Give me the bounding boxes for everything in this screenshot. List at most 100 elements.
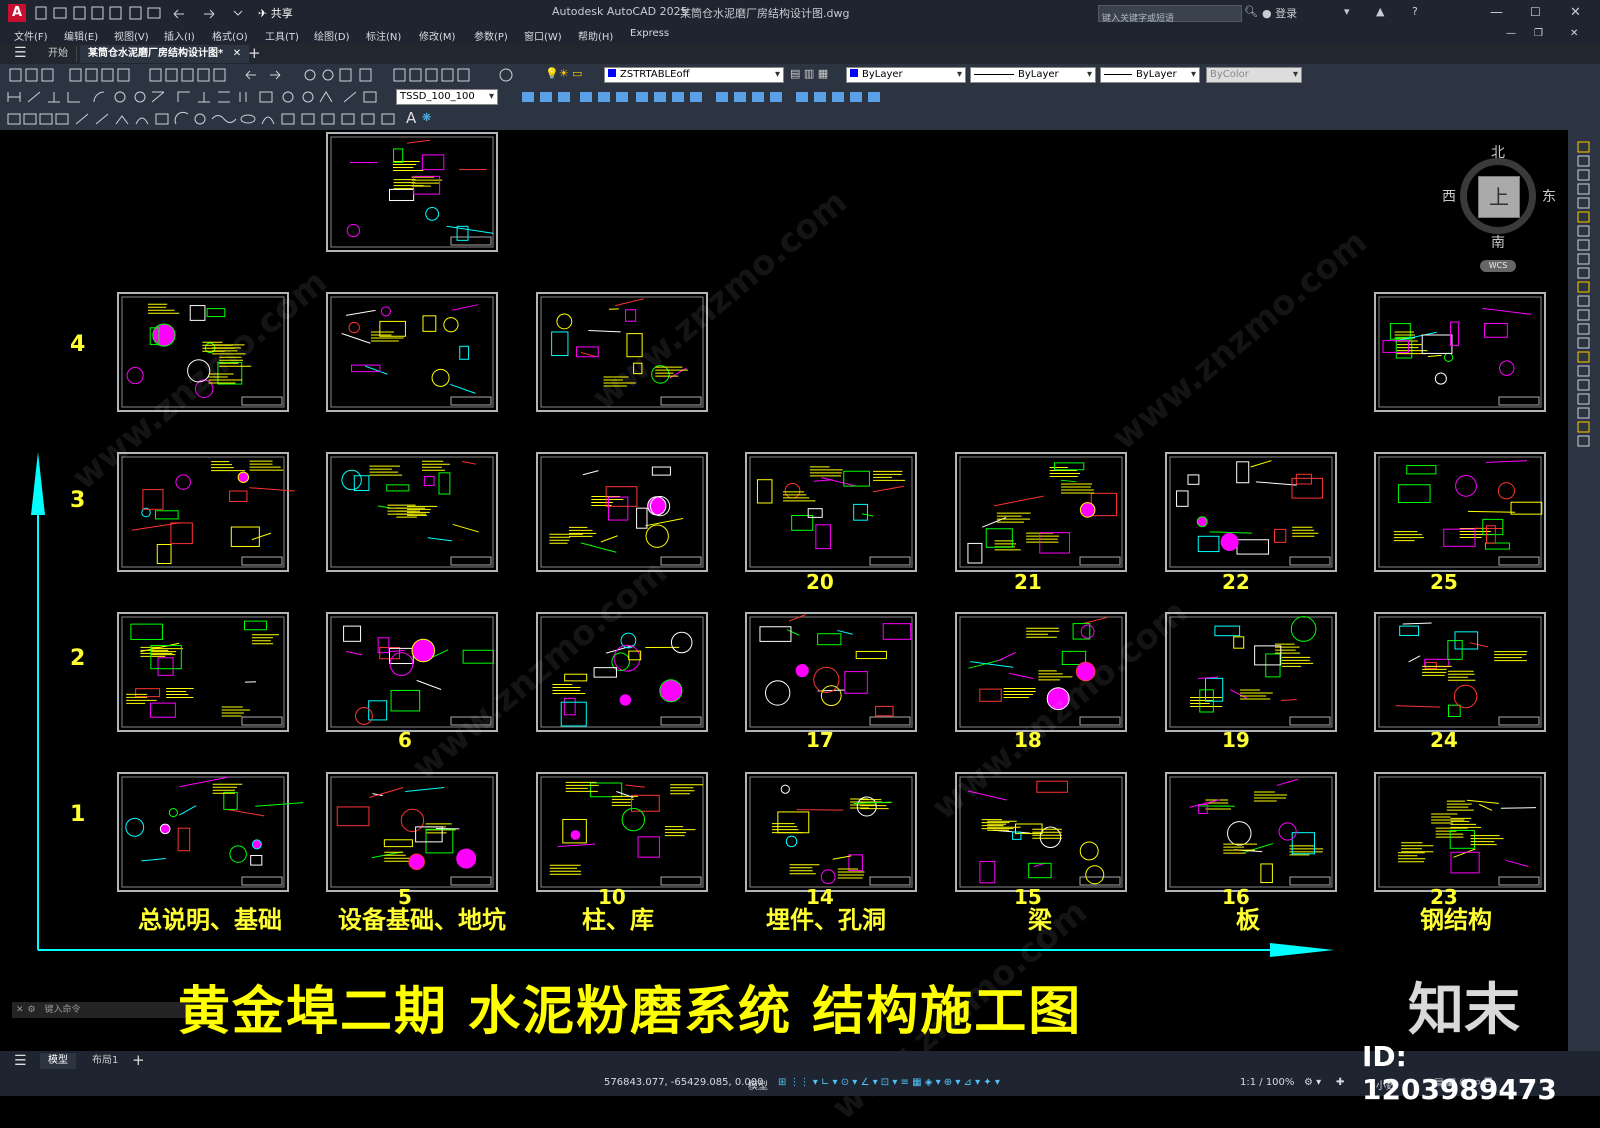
dimstyle-dropdown[interactable]: TSSD_100_100▾ — [396, 89, 498, 105]
drawing-sheet[interactable] — [746, 613, 916, 731]
share-button[interactable]: ✈ 共享 — [258, 5, 293, 21]
hamburger-icon[interactable]: ☰ — [14, 45, 27, 61]
drawing-sheet[interactable] — [118, 453, 288, 571]
right-tool-icon[interactable] — [1578, 338, 1589, 348]
drawing-sheet[interactable] — [746, 773, 916, 891]
right-tool-icon[interactable] — [1578, 324, 1589, 334]
drawing-sheet[interactable] — [1375, 453, 1545, 571]
menu-insert[interactable]: 插入(I) — [164, 28, 195, 43]
new-tab-icon[interactable]: + — [248, 44, 261, 62]
search-icon[interactable]: 🔍︎ — [1244, 5, 1258, 18]
right-tool-icon[interactable] — [1578, 184, 1589, 194]
drawing-sheet[interactable] — [118, 773, 288, 891]
drawing-sheet[interactable] — [1166, 613, 1336, 731]
right-tool-icon[interactable] — [1578, 366, 1589, 376]
right-tool-icon[interactable] — [1578, 436, 1589, 446]
right-tool-icon[interactable] — [1578, 170, 1589, 180]
right-tool-icon[interactable] — [1578, 282, 1589, 292]
right-tool-icon[interactable] — [1578, 310, 1589, 320]
right-tool-icon[interactable] — [1578, 352, 1589, 362]
right-tool-icon[interactable] — [1578, 408, 1589, 418]
insert-block-icon[interactable]: ❋ — [422, 111, 431, 124]
drawing-sheet[interactable] — [746, 453, 916, 571]
layer-dropdown[interactable]: ZSTRTABLEoff▾ — [604, 67, 784, 83]
right-tool-icon[interactable] — [1578, 142, 1589, 152]
drawing-canvas[interactable]: www.znzmo.com www.znzmo.com www.znzmo.co… — [0, 130, 1568, 1051]
window-restore-icon[interactable]: ❐ — [1534, 28, 1543, 39]
window-close-icon[interactable]: ✕ — [1570, 28, 1578, 39]
dimension-toolbar-icons[interactable] — [0, 86, 400, 108]
linetype-dropdown[interactable]: ByLayer▾ — [970, 67, 1096, 83]
modify-toolbar-icons[interactable] — [522, 90, 902, 106]
right-tool-icon[interactable] — [1578, 296, 1589, 306]
right-tool-icon[interactable] — [1578, 268, 1589, 278]
compass-north[interactable]: 北 — [1491, 142, 1505, 162]
drawing-sheet[interactable] — [327, 133, 497, 251]
layer-tools-icons[interactable]: ▤ ▥ ▦ — [790, 67, 828, 80]
autodesk-icon[interactable]: ▲ — [1376, 5, 1384, 18]
drawing-sheet[interactable] — [537, 453, 707, 571]
tab-layout1[interactable]: 布局1 — [86, 1053, 124, 1069]
tab-start[interactable]: 开始 — [40, 46, 77, 62]
maximize-button[interactable]: ☐ — [1530, 5, 1541, 19]
close-command-icon[interactable]: ✕ — [12, 1005, 28, 1015]
search-input[interactable]: 键入关键字或短语 — [1098, 5, 1242, 22]
menu-dimension[interactable]: 标注(N) — [366, 28, 401, 43]
lineweight-dropdown[interactable]: ByLayer▾ — [1100, 67, 1200, 83]
viewcube[interactable]: 上 北 南 东 西 WCS — [1448, 142, 1558, 282]
settings-icon[interactable]: ⚙ ▾ — [1304, 1077, 1321, 1088]
viewcube-face[interactable]: 上 — [1478, 176, 1520, 218]
right-tool-icon[interactable] — [1578, 380, 1589, 390]
help-icon[interactable]: ? — [1412, 5, 1418, 18]
standard-toolbar-icons[interactable] — [0, 64, 540, 86]
close-button[interactable]: ✕ — [1570, 5, 1581, 20]
compass-south[interactable]: 南 — [1491, 232, 1505, 252]
menu-format[interactable]: 格式(O) — [212, 28, 248, 43]
annotation-scale[interactable]: 1:1 / 100% — [1240, 1077, 1294, 1088]
right-tool-icon[interactable] — [1578, 254, 1589, 264]
tab-close-icon[interactable]: ✕ — [233, 48, 241, 59]
plus-icon[interactable]: ✚ — [1336, 1077, 1344, 1088]
menu-parametric[interactable]: 参数(P) — [474, 28, 508, 43]
quick-access-toolbar[interactable] — [34, 5, 254, 21]
compass-west[interactable]: 西 — [1442, 186, 1456, 206]
status-toggle-icons[interactable]: ⊞ ⋮⋮ ▾ ∟ ▾ ⊙ ▾ ∠ ▾ ⊡ ▾ ≡ ▦ ◈ ▾ ⊕ ▾ ⊿ ▾ ✦… — [778, 1077, 1000, 1088]
right-tool-icon[interactable] — [1578, 394, 1589, 404]
right-toolbar-icons[interactable] — [1568, 136, 1600, 456]
tab-model[interactable]: 模型 — [40, 1053, 76, 1069]
menu-tools[interactable]: 工具(T) — [265, 28, 299, 43]
drawing-sheet[interactable] — [1166, 453, 1336, 571]
menu-modify[interactable]: 修改(M) — [419, 28, 455, 43]
menu-file[interactable]: 文件(F) — [14, 28, 48, 43]
right-tool-icon[interactable] — [1578, 240, 1589, 250]
model-space-toggle[interactable]: 模型 — [748, 1077, 768, 1092]
autocad-logo-icon[interactable]: A — [8, 4, 26, 22]
draw-toolbar-icons[interactable] — [0, 108, 450, 130]
menu-draw[interactable]: 绘图(D) — [314, 28, 350, 43]
plotstyle-dropdown[interactable]: ByColor▾ — [1206, 67, 1302, 83]
minimize-button[interactable]: — — [1490, 5, 1503, 20]
wcs-button[interactable]: WCS — [1480, 260, 1516, 272]
right-tool-icon[interactable] — [1578, 212, 1589, 222]
coordinates-readout[interactable]: 576843.077, -65429.085, 0.000 — [604, 1077, 763, 1088]
right-tool-icon[interactable] — [1578, 156, 1589, 166]
drawing-sheet[interactable] — [118, 613, 288, 731]
drawing-sheet[interactable] — [327, 293, 497, 411]
right-tool-icon[interactable] — [1578, 198, 1589, 208]
menu-view[interactable]: 视图(V) — [114, 28, 149, 43]
menu-edit[interactable]: 编辑(E) — [64, 28, 98, 43]
compass-east[interactable]: 东 — [1542, 186, 1556, 206]
layout-menu-icon[interactable]: ☰ — [14, 1053, 27, 1069]
cart-icon[interactable]: ▾ — [1344, 5, 1350, 18]
layer-state-icons[interactable]: 💡☀ ▭ — [545, 67, 582, 80]
right-tool-icon[interactable] — [1578, 422, 1589, 432]
menu-express[interactable]: Express — [630, 28, 669, 39]
add-layout-icon[interactable]: + — [132, 1051, 145, 1069]
menu-window[interactable]: 窗口(W) — [524, 28, 562, 43]
tab-document[interactable]: 某筒仓水泥磨厂房结构设计图* ✕ — [80, 45, 249, 63]
login-button[interactable]: ● 登录 — [1262, 5, 1297, 21]
menu-help[interactable]: 帮助(H) — [578, 28, 613, 43]
color-dropdown[interactable]: ByLayer▾ — [846, 67, 966, 83]
window-minimize-icon[interactable]: — — [1506, 28, 1516, 39]
text-icon[interactable]: A — [406, 109, 416, 127]
